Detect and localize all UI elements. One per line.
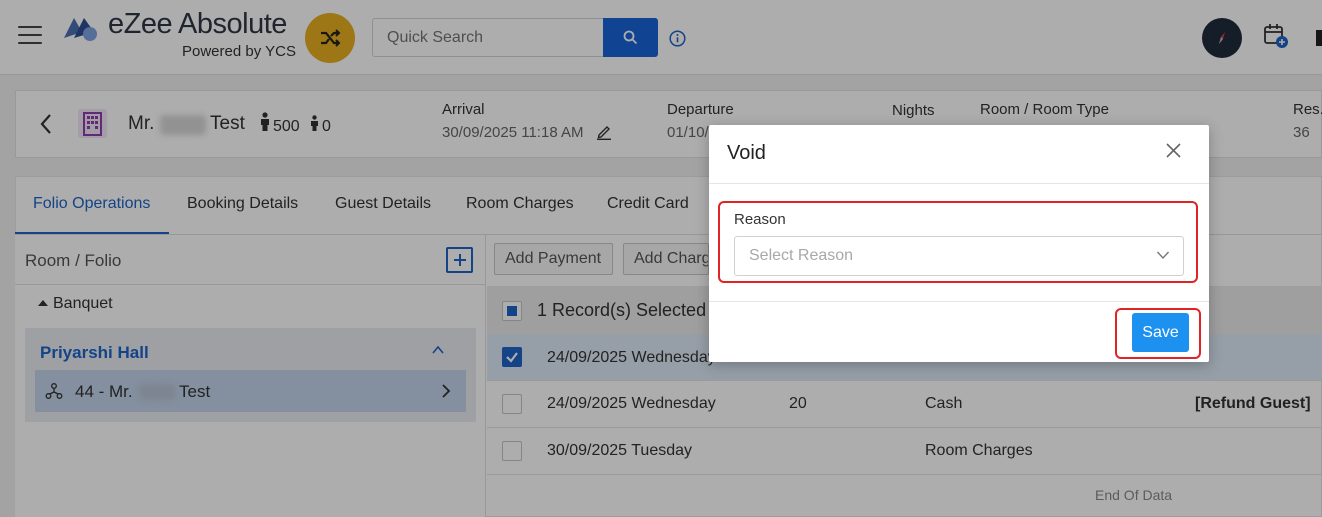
close-icon[interactable] — [1164, 141, 1183, 160]
save-button[interactable]: Save — [1132, 313, 1189, 352]
reason-label: Reason — [734, 211, 786, 228]
divider — [709, 301, 1209, 302]
dialog-title: Void — [727, 142, 766, 164]
chevron-down-icon — [1156, 251, 1170, 260]
reason-placeholder: Select Reason — [749, 247, 854, 264]
divider — [709, 183, 1209, 184]
